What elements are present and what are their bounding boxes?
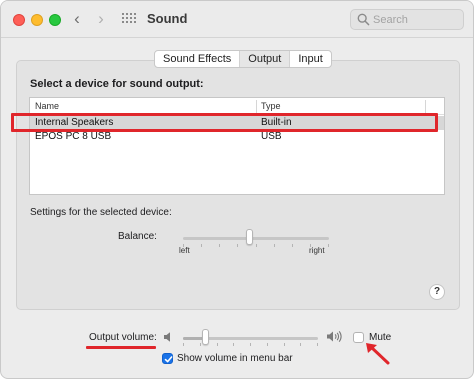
- title-bar: ‹ › Sound: [1, 1, 473, 38]
- grid-icon[interactable]: [122, 13, 136, 25]
- device-type: USB: [261, 131, 282, 142]
- arrow-icon: [366, 343, 390, 365]
- device-name: Internal Speakers: [35, 117, 114, 128]
- search-input[interactable]: [373, 12, 459, 27]
- volume-slider-fill: [183, 337, 203, 340]
- slider-tick: [300, 343, 301, 346]
- output-panel: Select a device for sound output: Name T…: [16, 60, 460, 310]
- slider-tick: [256, 244, 257, 247]
- show-volume-checkbox[interactable]: [162, 353, 173, 364]
- table-row[interactable]: Internal Speakers Built-in: [30, 116, 444, 130]
- slider-tick: [317, 343, 318, 346]
- column-divider: [256, 100, 257, 113]
- slider-tick: [200, 343, 201, 346]
- output-volume-label: Output volume:: [89, 332, 157, 343]
- tab-output[interactable]: Output: [240, 51, 291, 67]
- chevron-right-icon[interactable]: ›: [93, 10, 109, 28]
- tab-bar: Sound Effects Output Input: [154, 50, 332, 68]
- search-icon: [357, 13, 370, 26]
- column-divider: [425, 100, 426, 113]
- slider-tick: [233, 343, 234, 346]
- slider-tick: [201, 244, 202, 247]
- search-field[interactable]: [350, 9, 464, 30]
- slider-tick: [328, 244, 329, 247]
- slider-tick: [183, 343, 184, 346]
- slider-tick: [219, 244, 220, 247]
- window-title: Sound: [147, 11, 188, 26]
- annotation-underline: [86, 346, 156, 349]
- slider-tick: [217, 343, 218, 346]
- slider-tick: [292, 244, 293, 247]
- speaker-high-icon: [327, 330, 342, 343]
- tab-sound-effects[interactable]: Sound Effects: [155, 51, 241, 67]
- show-volume-label: Show volume in menu bar: [177, 353, 293, 364]
- minimize-icon[interactable]: [31, 14, 43, 26]
- slider-tick: [284, 343, 285, 346]
- slider-tick: [267, 343, 268, 346]
- balance-slider-track[interactable]: [183, 237, 329, 240]
- column-header-type[interactable]: Type: [261, 101, 281, 111]
- balance-label: Balance:: [118, 231, 157, 242]
- table-row[interactable]: EPOS PC 8 USB USB: [30, 130, 444, 144]
- speaker-low-icon: [164, 332, 170, 342]
- slider-tick: [250, 343, 251, 346]
- device-name: EPOS PC 8 USB: [35, 131, 112, 142]
- balance-slider-knob[interactable]: [246, 229, 253, 245]
- device-heading: Select a device for sound output:: [30, 78, 204, 90]
- mute-checkbox[interactable]: [353, 332, 364, 343]
- tab-input[interactable]: Input: [290, 51, 330, 67]
- slider-tick: [274, 244, 275, 247]
- settings-label: Settings for the selected device:: [30, 207, 172, 218]
- volume-slider-knob[interactable]: [202, 329, 209, 345]
- zoom-icon[interactable]: [49, 14, 61, 26]
- table-header: Name Type: [30, 98, 444, 115]
- balance-left-label: left: [179, 246, 190, 255]
- balance-right-label: right: [309, 246, 325, 255]
- column-header-name[interactable]: Name: [35, 101, 59, 111]
- device-table: Name Type Internal Speakers Built-in EPO…: [29, 97, 445, 195]
- close-icon[interactable]: [13, 14, 25, 26]
- sound-preferences-window: ‹ › Sound Select a device for sound outp…: [0, 0, 474, 379]
- chevron-left-icon[interactable]: ‹: [69, 10, 85, 28]
- help-button[interactable]: ?: [429, 284, 445, 300]
- checkmark-icon: [164, 356, 173, 363]
- slider-tick: [237, 244, 238, 247]
- balance-ticks: [183, 244, 329, 248]
- device-type: Built-in: [261, 117, 292, 128]
